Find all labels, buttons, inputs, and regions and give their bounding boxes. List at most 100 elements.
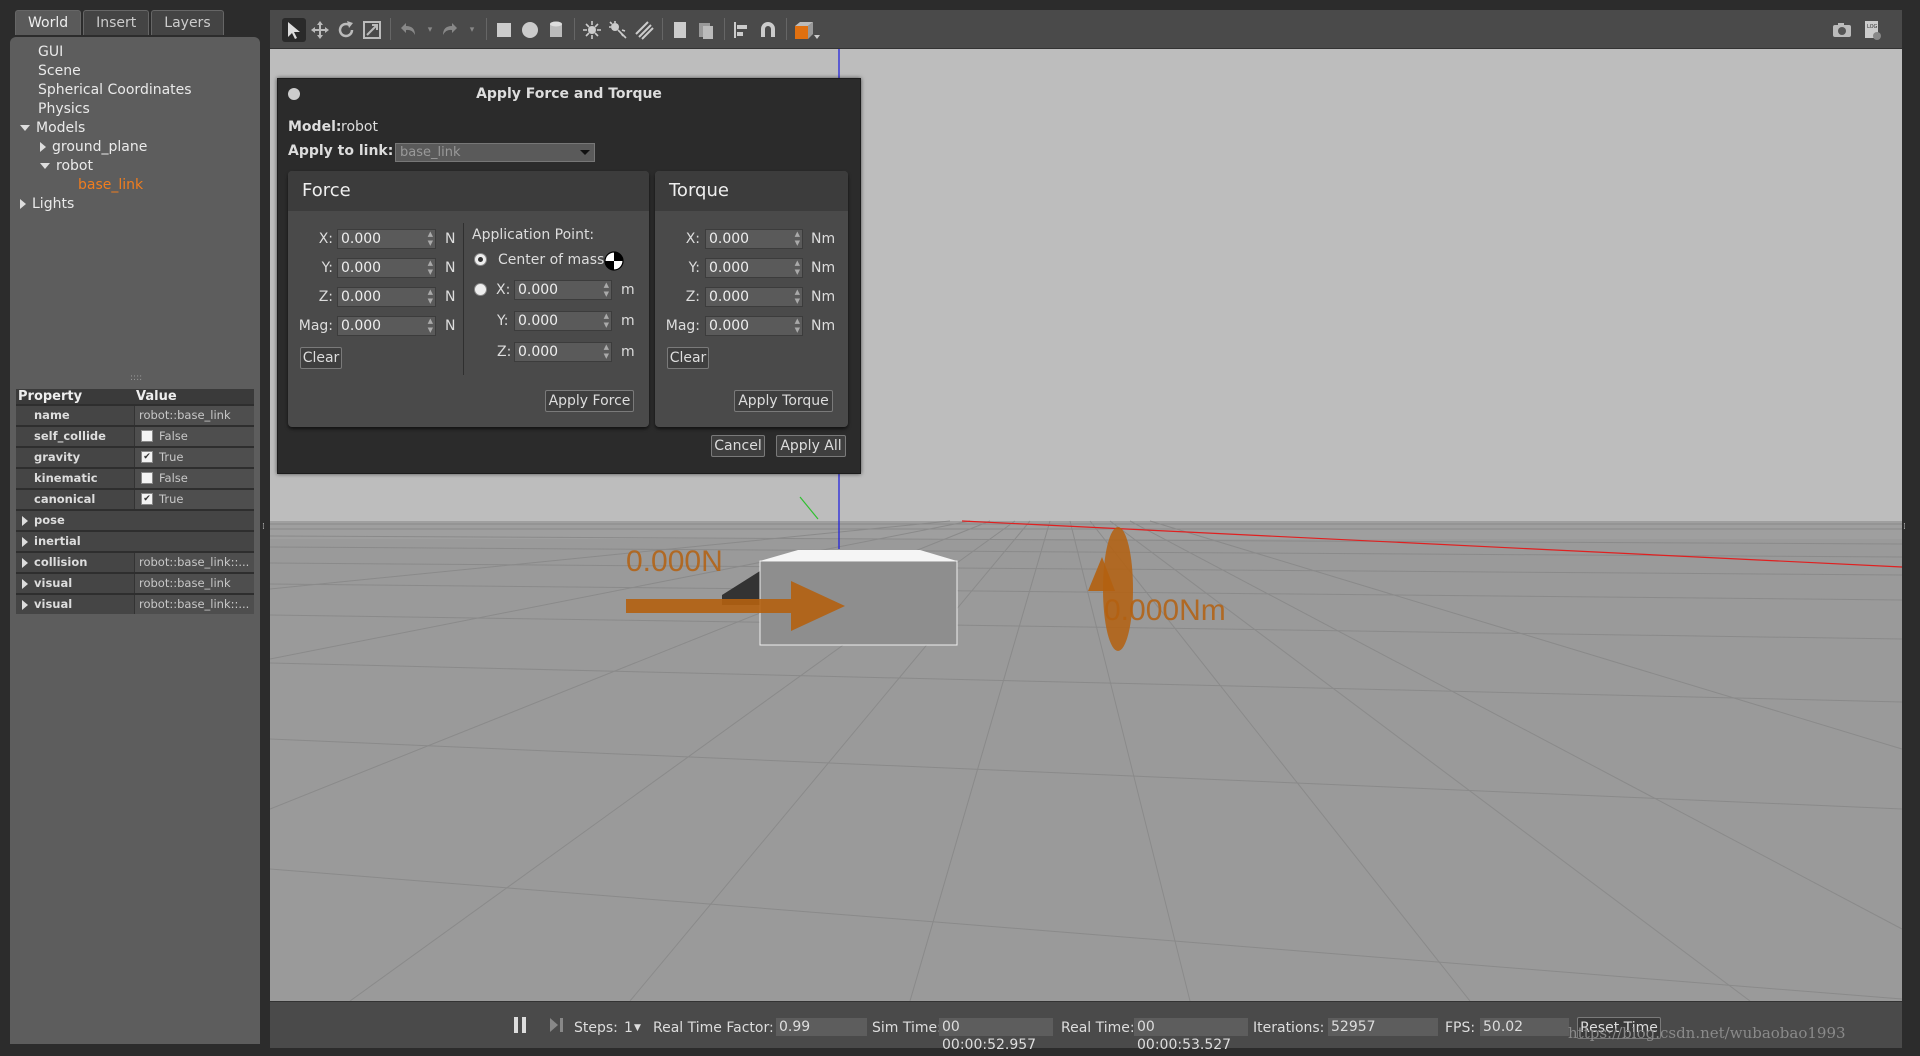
property-table-header: Property Value xyxy=(16,389,254,404)
tree-item-spherical-coordinates[interactable]: Spherical Coordinates xyxy=(10,81,260,100)
tree-item-gui[interactable]: GUI xyxy=(10,43,260,62)
property-value-text: robot::base_link xyxy=(139,576,231,590)
torque-z-input[interactable]: 0.000 ▲ ▼ xyxy=(705,287,803,307)
collapsed-arrow-icon[interactable] xyxy=(22,536,28,547)
force-z-input[interactable]: 0.000 ▲ ▼ xyxy=(337,287,436,307)
checked-checkbox-icon[interactable]: ✔ xyxy=(141,492,153,505)
log-icon[interactable]: LOG xyxy=(1860,18,1884,42)
torque-group: Torque X: 0.000 ▲ ▼ Nm Y: 0.000 ▲ ▼ Nm Z: 0.… xyxy=(655,171,848,427)
torque-x-input[interactable]: 0.000 ▲ ▼ xyxy=(705,229,803,249)
cylinder-icon[interactable] xyxy=(544,18,568,42)
point-x-input[interactable]: 0.000 ▲ ▼ xyxy=(514,280,612,300)
tree-item-base-link[interactable]: base_link xyxy=(10,176,260,195)
force-y-label: Y: xyxy=(321,260,333,276)
steps-dropdown-icon[interactable]: ▼ xyxy=(634,1019,641,1037)
apply-force-button[interactable]: Apply Force xyxy=(545,390,634,412)
splitter-handle[interactable]: :::: xyxy=(130,373,142,383)
unchecked-checkbox-icon[interactable] xyxy=(141,471,153,484)
tree-item-label: Lights xyxy=(32,196,75,212)
view-angle-icon[interactable] xyxy=(792,18,820,42)
property-value[interactable]: False xyxy=(134,427,254,446)
collapsed-arrow-icon[interactable] xyxy=(20,199,26,209)
point-light-icon[interactable] xyxy=(580,18,604,42)
collapsed-arrow-icon[interactable] xyxy=(22,599,28,610)
apply-all-button[interactable]: Apply All xyxy=(776,435,846,457)
torque-group-title: Torque xyxy=(655,171,848,211)
cancel-button[interactable]: Cancel xyxy=(711,435,765,457)
expanded-arrow-icon[interactable] xyxy=(40,163,50,169)
steps-value[interactable]: 1 xyxy=(624,1019,633,1037)
copy-icon[interactable] xyxy=(668,18,692,42)
torque-mag-input[interactable]: 0.000 ▲ ▼ xyxy=(705,316,803,336)
collapsed-arrow-icon[interactable] xyxy=(22,578,28,589)
collapsed-arrow-icon[interactable] xyxy=(22,515,28,526)
spot-light-icon[interactable] xyxy=(606,18,630,42)
property-row-visual[interactable]: visual robot::base_link::... xyxy=(16,593,254,614)
redo-dropdown-icon[interactable]: ▾ xyxy=(460,18,484,42)
property-key: inertial xyxy=(16,532,134,551)
rotate-icon[interactable] xyxy=(334,18,358,42)
3d-viewport[interactable]: 0.000N 0.000Nm Apply Force and Torque Mo… xyxy=(270,49,1902,1001)
force-x-input[interactable]: 0.000 ▲ ▼ xyxy=(337,229,436,249)
tree-item-ground-plane[interactable]: ground_plane xyxy=(10,138,260,157)
property-key: gravity xyxy=(16,448,134,467)
property-value: robot::base_link xyxy=(134,574,254,593)
property-value xyxy=(134,532,254,551)
pause-icon[interactable] xyxy=(512,1015,530,1033)
property-row-pose[interactable]: pose xyxy=(16,509,254,530)
custom-point-radio[interactable] xyxy=(474,283,487,296)
paste-icon[interactable] xyxy=(694,18,718,42)
tab-world[interactable]: World xyxy=(15,10,82,35)
translate-icon[interactable] xyxy=(308,18,332,42)
apply-force-torque-dialog: Apply Force and Torque Model: robot Appl… xyxy=(277,78,861,474)
torque-y-input[interactable]: 0.000 ▲ ▼ xyxy=(705,258,803,278)
align-icon[interactable] xyxy=(730,18,754,42)
directional-light-icon[interactable] xyxy=(632,18,656,42)
tree-item-lights[interactable]: Lights xyxy=(10,195,260,214)
property-table: Property Value name robot::base_link self_… xyxy=(16,389,254,614)
sphere-icon[interactable] xyxy=(518,18,542,42)
property-key-text: pose xyxy=(34,513,65,527)
step-icon[interactable] xyxy=(548,1015,566,1033)
point-z-input[interactable]: 0.000 ▲ ▼ xyxy=(514,342,612,362)
snap-icon[interactable] xyxy=(756,18,780,42)
scale-icon[interactable] xyxy=(360,18,384,42)
property-value[interactable]: ✔ True xyxy=(134,490,254,509)
redo-icon[interactable] xyxy=(438,18,462,42)
property-row-visual[interactable]: visual robot::base_link xyxy=(16,572,254,593)
property-value-text: robot::base_link::... xyxy=(139,597,250,611)
link-select[interactable]: base_link xyxy=(395,143,595,162)
property-value: robot::base_link xyxy=(134,406,254,425)
apply-torque-button[interactable]: Apply Torque xyxy=(734,390,833,412)
force-mag-input[interactable]: 0.000 ▲ ▼ xyxy=(337,316,436,336)
property-value-text: False xyxy=(159,429,188,443)
expanded-arrow-icon[interactable] xyxy=(20,125,30,131)
tree-item-physics[interactable]: Physics xyxy=(10,100,260,119)
tree-item-robot[interactable]: robot xyxy=(10,157,260,176)
force-y-input[interactable]: 0.000 ▲ ▼ xyxy=(337,258,436,278)
collapsed-arrow-icon[interactable] xyxy=(40,142,46,152)
select-arrow-icon[interactable] xyxy=(282,18,306,42)
tree-item-models[interactable]: Models xyxy=(10,119,260,138)
checked-checkbox-icon[interactable]: ✔ xyxy=(141,450,153,463)
box-icon[interactable] xyxy=(492,18,516,42)
collapsed-arrow-icon[interactable] xyxy=(22,557,28,568)
property-row-collision[interactable]: collision robot::base_link::... xyxy=(16,551,254,572)
property-value[interactable]: ✔ True xyxy=(134,448,254,467)
tree-item-scene[interactable]: Scene xyxy=(10,62,260,81)
center-of-mass-radio[interactable] xyxy=(474,253,487,266)
torque-magnitude-label: 0.000Nm xyxy=(1104,594,1226,627)
undo-icon[interactable] xyxy=(396,18,420,42)
left-splitter-handle[interactable]: ⁞ xyxy=(262,522,265,532)
property-key-text: collision xyxy=(34,555,88,569)
tab-insert[interactable]: Insert xyxy=(83,10,150,35)
force-clear-button[interactable]: Clear xyxy=(300,347,342,369)
property-value[interactable]: False xyxy=(134,469,254,488)
tab-layers[interactable]: Layers xyxy=(151,10,224,35)
point-y-input[interactable]: 0.000 ▲ ▼ xyxy=(514,311,612,331)
property-row-inertial[interactable]: inertial xyxy=(16,530,254,551)
right-splitter-handle[interactable]: ⁞ xyxy=(1903,522,1906,532)
unchecked-checkbox-icon[interactable] xyxy=(141,429,153,442)
torque-clear-button[interactable]: Clear xyxy=(667,347,709,369)
screenshot-icon[interactable] xyxy=(1830,18,1854,42)
